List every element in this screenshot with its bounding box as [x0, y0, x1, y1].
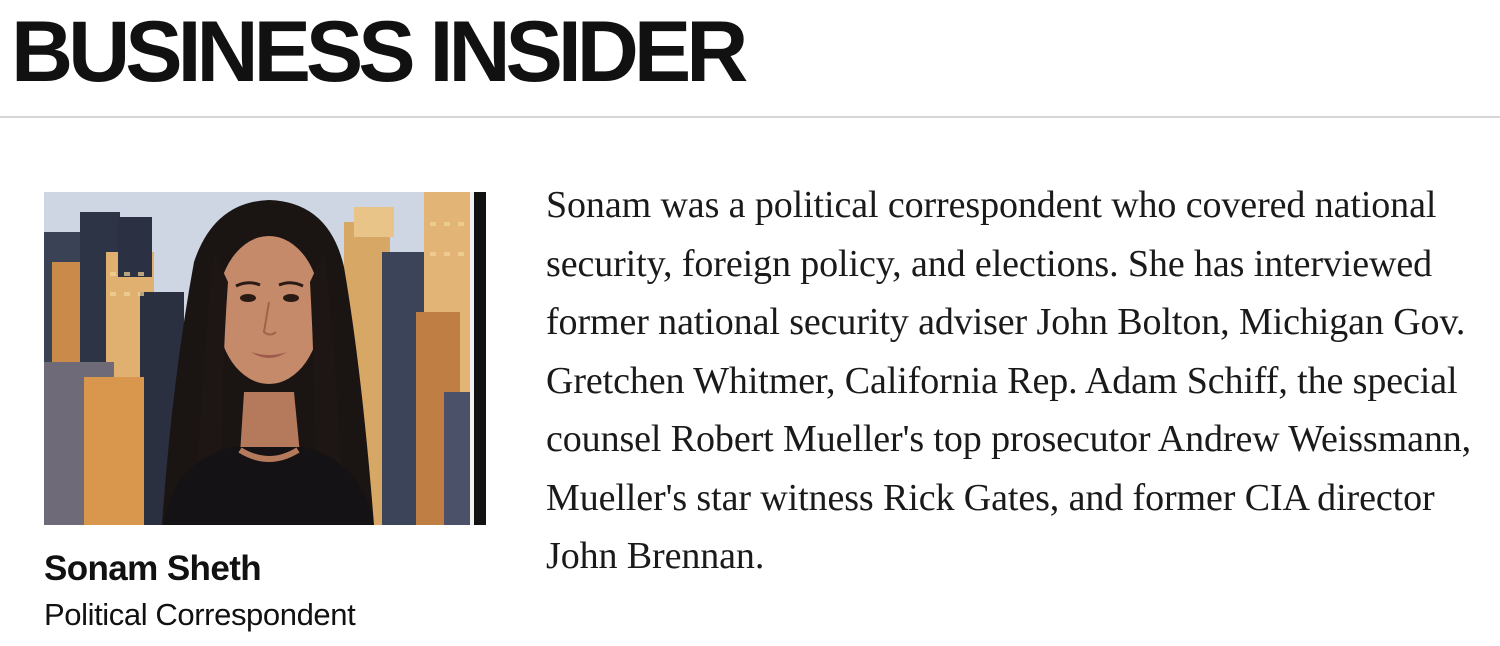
business-insider-logo[interactable]: BUSINESS INSIDER — [11, 2, 748, 102]
author-portrait-image — [44, 192, 486, 525]
author-title: Political Correspondent — [44, 597, 356, 632]
site-header: BUSINESS INSIDER — [0, 0, 1500, 118]
author-photo — [44, 192, 486, 525]
author-name[interactable]: Sonam Sheth — [44, 546, 262, 592]
author-bio: Sonam was a political correspondent who … — [546, 184, 1472, 577]
